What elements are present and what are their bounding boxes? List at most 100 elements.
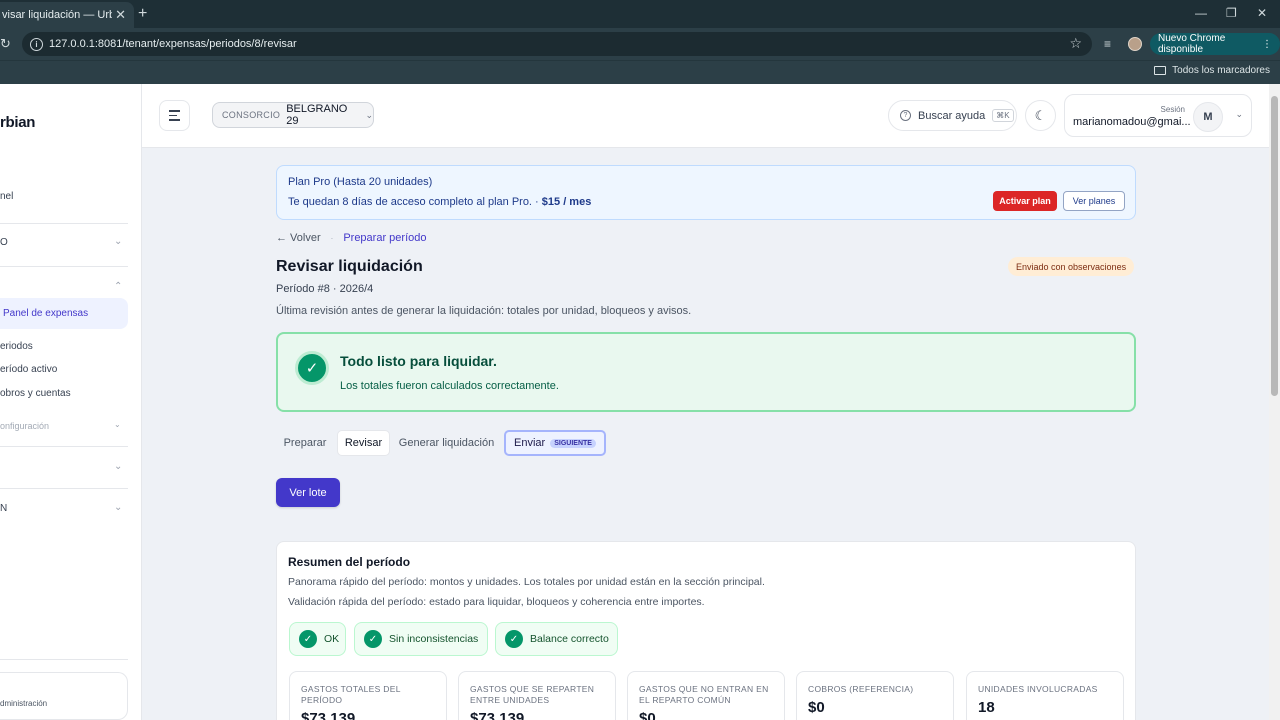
chip-label: Balance correcto xyxy=(530,633,609,645)
profile-icon[interactable] xyxy=(1128,37,1142,51)
folder-icon xyxy=(1154,66,1167,75)
tab-preparar[interactable]: Preparar xyxy=(276,430,334,456)
sidebar-item-configuracion[interactable]: onfiguración xyxy=(0,421,49,431)
metric-value: 18 xyxy=(978,699,995,716)
sidebar-footer[interactable]: dministración xyxy=(0,672,128,720)
hamburger-icon-line xyxy=(169,119,180,121)
hamburger-icon-line xyxy=(169,114,177,117)
view-batch-button[interactable]: Ver lote xyxy=(276,478,340,507)
chevron-down-icon[interactable]: ⌄ xyxy=(114,502,122,513)
metric-value: $73.139 xyxy=(470,710,525,720)
sidebar-section-1[interactable]: O xyxy=(0,237,8,248)
metric-card: GASTOS QUE SE REPARTEN ENTRE UNIDADES $7… xyxy=(458,671,616,720)
activate-plan-button[interactable]: Activar plan xyxy=(993,191,1057,211)
sidebar-divider xyxy=(0,659,128,660)
tab-revisar[interactable]: Revisar xyxy=(337,430,390,456)
session-label: Sesión xyxy=(1160,105,1185,114)
sidebar-section-2[interactable]: N xyxy=(0,503,7,514)
chevron-up-icon[interactable]: ⌃ xyxy=(114,281,122,292)
check-icon: ✓ xyxy=(364,630,382,648)
chevron-down-icon: ⌄ xyxy=(1235,109,1243,119)
address-bar[interactable]: i 127.0.0.1:8081/tenant/expensas/periodo… xyxy=(22,32,1092,56)
moon-icon: ☾ xyxy=(1034,107,1047,123)
plan-description: Te quedan 8 días de acceso completo al p… xyxy=(288,196,591,208)
plan-banner: Plan Pro (Hasta 20 unidades) Te quedan 8… xyxy=(276,165,1136,220)
metric-label: COBROS (REFERENCIA) xyxy=(808,684,914,694)
sidebar-item-cobros[interactable]: obros y cuentas xyxy=(0,388,71,399)
reload-icon[interactable]: ↻ xyxy=(0,36,11,52)
browser-tab[interactable]: visar liquidación — Urbian ✕ xyxy=(0,2,134,28)
metric-label: UNIDADES INVOLUCRADAS xyxy=(978,684,1098,694)
window-close-icon[interactable]: ✕ xyxy=(1257,6,1267,20)
consorcio-select[interactable]: CONSORCIO BELGRANO 29 ⌄ xyxy=(212,102,374,128)
next-badge: SIGUIENTE xyxy=(550,438,596,448)
browser-toolbar: ↻ i 127.0.0.1:8081/tenant/expensas/perio… xyxy=(0,28,1280,60)
metric-card: GASTOS TOTALES DEL PERÍODO $73.139 xyxy=(289,671,447,720)
chevron-down-icon[interactable]: ⌄ xyxy=(114,236,122,247)
plan-desc-text: Te quedan 8 días de acceso completo al p… xyxy=(288,196,542,208)
tab-enviar-label: Enviar xyxy=(514,437,546,449)
ready-title: Todo listo para liquidar. xyxy=(340,353,497,369)
check-icon: ✓ xyxy=(299,630,317,648)
chevron-down-icon[interactable]: ⌄ xyxy=(114,420,121,429)
session-menu[interactable]: Sesión marianomadou@gmai... M ⌄ xyxy=(1064,94,1252,137)
chevron-down-icon: ⌄ xyxy=(365,109,373,120)
breadcrumb: ← Volver · Preparar período xyxy=(276,232,426,244)
plan-title: Plan Pro (Hasta 20 unidades) xyxy=(288,176,433,188)
browser-tabbar: visar liquidación — Urbian ✕ + — ❐ ✕ xyxy=(0,0,1280,28)
metric-value: $73.139 xyxy=(301,710,356,720)
status-chip-inconsistencias: ✓ Sin inconsistencias xyxy=(354,622,488,656)
close-icon[interactable]: ✕ xyxy=(115,7,126,23)
kebab-menu-icon: ⋮ xyxy=(1262,38,1272,50)
new-tab-icon[interactable]: + xyxy=(138,5,147,23)
status-chip-balance: ✓ Balance correcto xyxy=(495,622,618,656)
page-title: Revisar liquidación xyxy=(276,258,423,275)
bookmarks-bar: Todos los marcadores xyxy=(0,60,1280,84)
period-summary-card: Resumen del período Panorama rápido del … xyxy=(276,541,1136,720)
metric-card: GASTOS QUE NO ENTRAN EN EL REPARTO COMÚN… xyxy=(627,671,785,720)
help-label: Buscar ayuda xyxy=(918,109,986,122)
metric-label: GASTOS TOTALES DEL PERÍODO xyxy=(301,684,401,705)
prepare-period-link[interactable]: Preparar período xyxy=(343,232,426,244)
sidebar-item-panel-expensas[interactable]: Panel de expensas xyxy=(0,298,128,329)
summary-title: Resumen del período xyxy=(288,555,411,569)
sidebar-item-periodos[interactable]: eriodos xyxy=(0,341,33,352)
info-icon[interactable]: i xyxy=(30,37,43,51)
sidebar: rbian nel O ⌄ ⌃ Panel de expensas eriodo… xyxy=(0,84,142,720)
page-scrollbar[interactable] xyxy=(1269,84,1280,720)
status-badge: Enviado con observaciones xyxy=(1008,257,1135,276)
consorcio-value: BELGRANO 29 xyxy=(286,103,348,127)
tab-generar-liquidacion[interactable]: Generar liquidación xyxy=(394,430,499,456)
avatar: M xyxy=(1193,102,1223,132)
help-icon: ? xyxy=(900,110,911,121)
tab-title: visar liquidación — Urbian xyxy=(2,9,112,21)
theme-toggle-button[interactable]: ☾ xyxy=(1025,100,1056,131)
view-plans-button[interactable]: Ver planes xyxy=(1063,191,1125,211)
restore-icon[interactable]: ❐ xyxy=(1226,6,1237,20)
back-link[interactable]: ← Volver xyxy=(276,232,321,244)
logo: rbian xyxy=(0,114,36,131)
chevron-down-icon[interactable]: ⌄ xyxy=(114,461,122,472)
all-bookmarks-button[interactable]: Todos los marcadores xyxy=(1154,65,1270,76)
metric-card: COBROS (REFERENCIA) $0 xyxy=(796,671,954,720)
menu-toggle-button[interactable] xyxy=(159,100,190,131)
session-email: marianomadou@gmai... xyxy=(1073,116,1191,128)
sidebar-divider xyxy=(0,446,128,447)
help-search-button[interactable]: ? Buscar ayuda ⌘K xyxy=(888,100,1017,131)
tab-enviar[interactable]: Enviar SIGUIENTE xyxy=(504,430,606,456)
chrome-update-button[interactable]: Nuevo Chrome disponible ⋮ xyxy=(1150,33,1280,55)
sidebar-item-panel[interactable]: nel xyxy=(0,191,13,202)
sidebar-divider xyxy=(0,223,128,224)
star-icon[interactable]: ☆ xyxy=(1069,35,1082,52)
sidebar-item-periodo-activo[interactable]: eríodo activo xyxy=(0,364,57,375)
status-chip-ok: ✓ OK xyxy=(289,622,346,656)
media-icon[interactable]: ≡ xyxy=(1104,37,1111,51)
hamburger-icon xyxy=(169,110,180,112)
check-circle-icon: ✓ xyxy=(295,351,329,385)
ready-description: Los totales fueron calculados correctame… xyxy=(340,380,559,392)
sidebar-footer-label: dministración xyxy=(0,699,48,708)
metric-value: $0 xyxy=(639,710,656,720)
chip-label: Sin inconsistencias xyxy=(389,633,479,645)
minimize-icon[interactable]: — xyxy=(1195,6,1207,20)
scrollbar-thumb[interactable] xyxy=(1271,96,1278,396)
